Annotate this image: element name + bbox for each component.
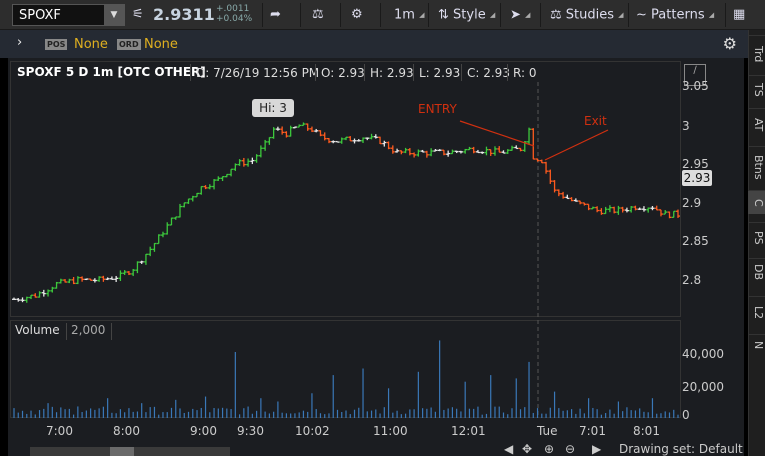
zoom-out-icon[interactable]: ⊖	[565, 442, 575, 456]
current-price-flag: 2.93	[682, 170, 712, 186]
scroll-right-icon[interactable]: ▶	[592, 442, 601, 456]
price-tick: 2.95	[682, 157, 709, 171]
volume-tick: 0	[682, 408, 690, 422]
time-scrollbar-thumb[interactable]	[110, 447, 134, 456]
tab-n[interactable]: N	[748, 334, 765, 356]
exit-annotation: Exit	[584, 114, 607, 128]
entry-annotation: ENTRY	[418, 102, 457, 116]
price-tick: 2.8	[682, 273, 702, 287]
tab-c[interactable]: C	[748, 190, 765, 214]
time-tick: 11:00	[373, 424, 408, 438]
tab-at[interactable]: AT	[748, 108, 765, 140]
time-tick: 7:01	[579, 424, 606, 438]
pan-icon[interactable]: ✥	[522, 442, 532, 456]
time-tick: 9:00	[190, 424, 217, 438]
time-tick: 9:30	[237, 424, 264, 438]
drawing-set-label[interactable]: Drawing set: Default	[619, 442, 743, 456]
time-tick: 8:01	[633, 424, 660, 438]
tab-ps[interactable]: PS	[748, 222, 765, 252]
tab-ts[interactable]: TS	[748, 75, 765, 103]
zoom-in-icon[interactable]: ⊕	[544, 442, 554, 456]
time-tick: 10:02	[295, 424, 330, 438]
time-tick: 12:01	[451, 424, 486, 438]
time-tick: Tue	[537, 424, 558, 438]
time-tick: 7:00	[46, 424, 73, 438]
exit-arrow	[544, 129, 609, 161]
tab-btns[interactable]: Btns	[748, 146, 765, 188]
price-tick: 3.05	[682, 79, 709, 93]
tab-trd[interactable]: Trd	[748, 35, 765, 73]
scroll-left-icon[interactable]: ◀	[504, 442, 513, 456]
high-bubble: Hi: 3	[252, 99, 294, 117]
tab-l2[interactable]: L2	[748, 296, 765, 328]
volume-tick: 40,000	[682, 347, 724, 361]
volume-tick: 20,000	[682, 380, 724, 394]
price-tick: 2.85	[682, 234, 709, 248]
time-tick: 8:00	[113, 424, 140, 438]
chart-canvas	[12, 82, 680, 418]
tab-db[interactable]: DB	[748, 258, 765, 286]
price-tick: 2.9	[682, 196, 702, 210]
entry-arrow	[459, 120, 535, 147]
price-tick: 3	[682, 119, 690, 133]
